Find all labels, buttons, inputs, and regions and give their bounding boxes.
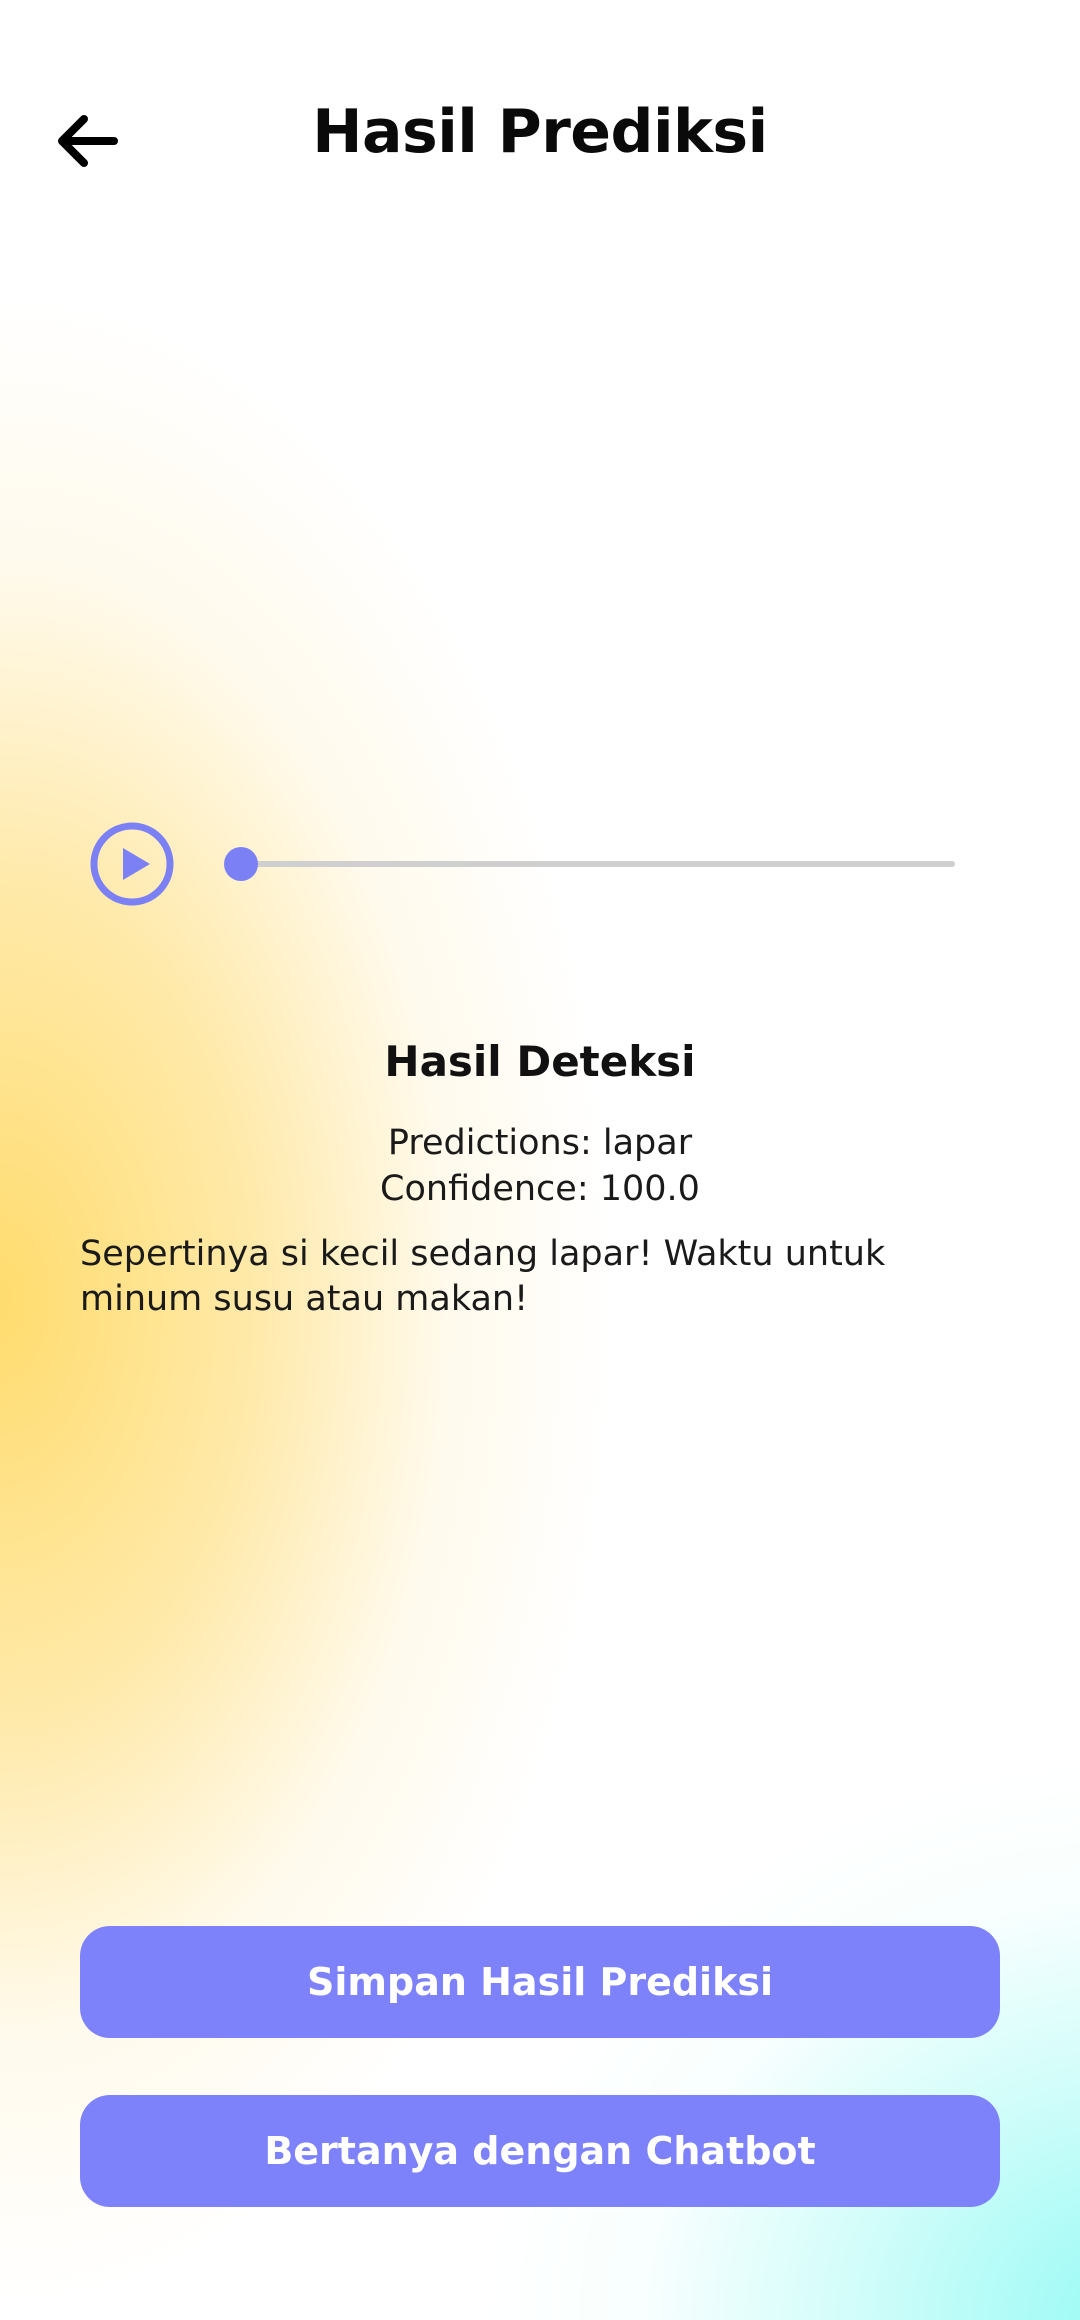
ask-chatbot-button[interactable]: Bertanya dengan Chatbot (80, 2095, 1000, 2207)
confidence-text: Confidence: 100.0 (380, 1169, 700, 1209)
save-prediction-button[interactable]: Simpan Hasil Prediksi (80, 1926, 1000, 2038)
result-heading: Hasil Deteksi (384, 1037, 696, 1086)
page-title: Hasil Prediksi (312, 97, 768, 167)
seek-bar-track[interactable] (228, 861, 955, 867)
play-button[interactable] (88, 820, 176, 908)
audio-player (88, 820, 988, 910)
prediction-text: Predictions: lapar (387, 1123, 693, 1163)
play-circle-icon (90, 822, 174, 906)
result-message: Sepertinya si kecil sedang lapar! Waktu … (80, 1234, 886, 1319)
seek-bar-thumb[interactable] (224, 847, 258, 881)
